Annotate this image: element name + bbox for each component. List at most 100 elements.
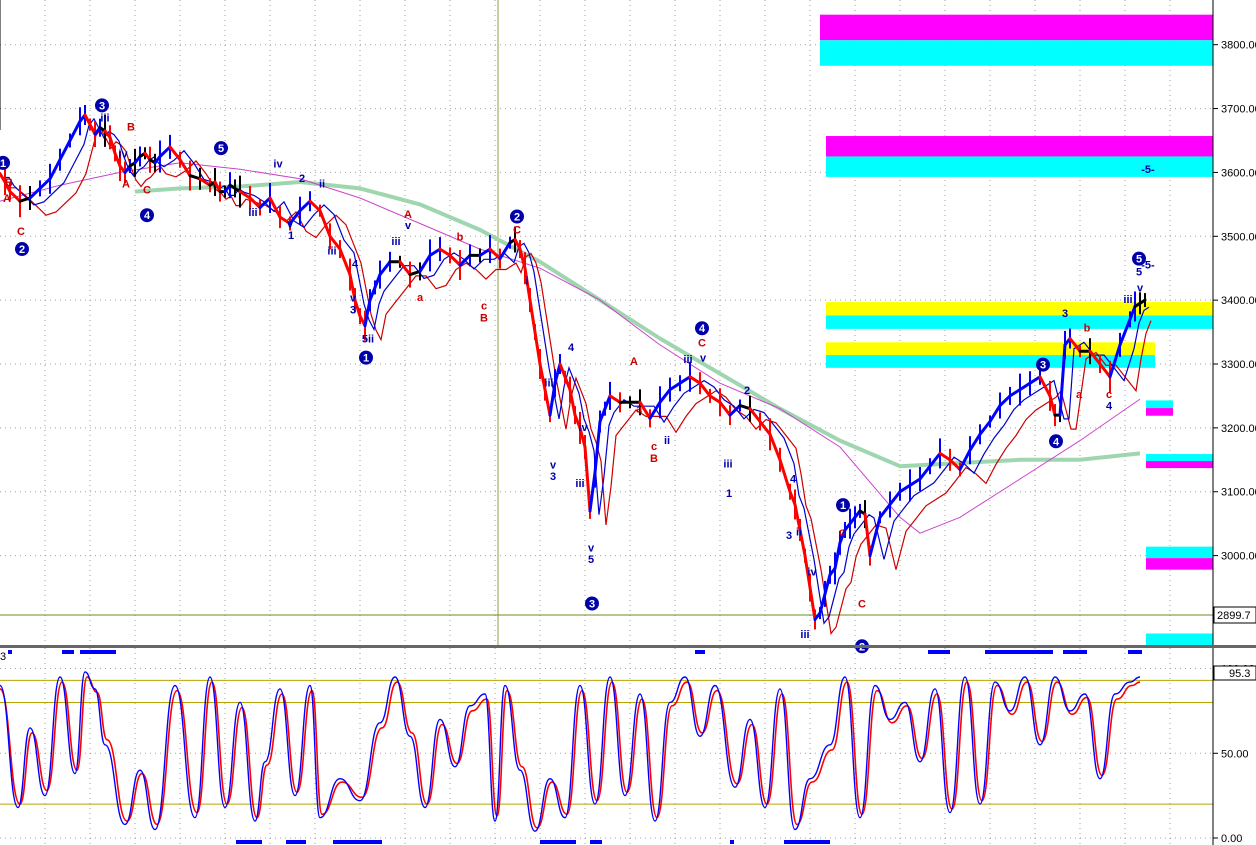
- target-box: [1146, 633, 1213, 645]
- wave-label: v: [287, 219, 294, 231]
- wave-count-label: 4: [1053, 436, 1060, 448]
- wave-label: 4: [790, 473, 797, 485]
- wave-label: 5ii: [362, 333, 374, 345]
- wave-label: c: [651, 441, 657, 453]
- chart-stage: 12345123412345BACiiiBivACiiiiv2iiv1iii4v…: [0, 0, 1256, 845]
- signal-mark-bottom: [590, 840, 602, 844]
- wave-label: v: [405, 220, 412, 232]
- signal-mark-top: [695, 650, 705, 654]
- wave-label: -5-: [1141, 259, 1155, 271]
- price-tick-label: 3400.00: [1221, 295, 1256, 307]
- wave-label: C: [698, 337, 706, 349]
- price-tick-label: 3600.00: [1221, 167, 1256, 179]
- target-box: [826, 302, 1213, 316]
- panel-separator: [0, 645, 1256, 648]
- wave-label: b: [457, 231, 464, 243]
- oscillator-tick-label: 0.00: [1221, 833, 1242, 845]
- target-box: [820, 14, 1213, 41]
- chart-background: [0, 0, 1256, 845]
- signal-mark-top: [985, 650, 1053, 654]
- wave-label: v: [1137, 282, 1144, 294]
- target-box: [826, 156, 1213, 177]
- price-tick-label: 3700.00: [1221, 104, 1256, 116]
- wave-label: v: [350, 293, 357, 305]
- wave-label: 3: [550, 471, 556, 483]
- wave-count-label: 3: [1040, 360, 1046, 372]
- signal-mark-bottom: [540, 840, 576, 844]
- target-box: [1146, 408, 1173, 416]
- wave-label: 1: [288, 230, 294, 242]
- target-box: [1146, 454, 1213, 462]
- wave-label: b: [1084, 323, 1091, 335]
- signal-mark-top: [80, 650, 116, 654]
- wave-label: i: [525, 275, 528, 287]
- wave-count-label: 5: [218, 143, 224, 155]
- last-price-label: 2899.7: [1217, 610, 1251, 622]
- wave-count-label: 1: [0, 158, 6, 170]
- wave-label: A: [122, 178, 130, 190]
- signal-mark-top: [928, 650, 950, 654]
- target-box: [826, 136, 1213, 157]
- signal-mark-top: [1128, 650, 1142, 654]
- price-tick-label: 3200.00: [1221, 423, 1256, 435]
- wave-label: iv: [118, 148, 128, 160]
- wave-count-label: 2: [19, 244, 25, 256]
- target-box: [826, 342, 1155, 356]
- price-tick-label: 3800.00: [1221, 40, 1256, 52]
- target-box: [820, 40, 1213, 66]
- wave-label: 3: [786, 530, 792, 542]
- wave-label: C: [513, 224, 521, 236]
- oscillator-corner-label: 3: [0, 651, 6, 663]
- target-box: [1146, 558, 1213, 570]
- wave-label: iii: [100, 113, 109, 125]
- signal-mark-bottom: [730, 840, 734, 844]
- wave-label: ii: [664, 435, 670, 447]
- wave-count-label: 3: [99, 100, 105, 112]
- wave-label: iii: [575, 478, 584, 490]
- wave-label: iii: [1123, 294, 1132, 306]
- wave-count-label: 1: [363, 353, 369, 365]
- signal-mark-bottom: [784, 840, 830, 844]
- signal-mark-bottom: [333, 840, 382, 844]
- wave-label: 4: [1106, 401, 1113, 413]
- wave-label: 3: [350, 305, 356, 317]
- wave-label: 2: [299, 173, 305, 185]
- wave-label: iii: [723, 459, 732, 471]
- wave-label: B: [480, 312, 488, 324]
- wave-label: iv: [578, 422, 588, 434]
- wave-label: iii: [544, 378, 553, 390]
- wave-label: 4: [352, 259, 359, 271]
- wave-label: 4: [568, 342, 575, 354]
- wave-label: a: [417, 292, 424, 304]
- wave-label: C: [143, 185, 151, 197]
- wave-label: 1: [726, 488, 732, 500]
- target-box: [1146, 400, 1173, 409]
- wave-label: iii: [800, 629, 809, 641]
- wave-label: B: [650, 453, 658, 465]
- wave-label: 5: [588, 554, 594, 566]
- wave-label: c: [481, 300, 487, 312]
- wave-label: ii: [796, 526, 802, 538]
- wave-label: v: [700, 353, 707, 365]
- wave-label: B: [5, 177, 13, 189]
- wave-label: C: [17, 226, 25, 238]
- wave-count-label: 4: [699, 323, 706, 335]
- price-tick-label: 3500.00: [1221, 231, 1256, 243]
- wave-label: v: [550, 459, 557, 471]
- wave-count-label: 1: [840, 500, 846, 512]
- price-tick-label: 3000.00: [1221, 551, 1256, 563]
- wave-label: iii: [248, 207, 257, 219]
- target-box: [1146, 461, 1213, 469]
- wave-label: A: [3, 193, 11, 205]
- wave-label: c: [839, 526, 845, 538]
- wave-label: ii: [319, 178, 325, 190]
- wave-count-label: 2: [514, 211, 520, 223]
- target-box: [826, 315, 1213, 329]
- signal-mark-top: [62, 650, 74, 654]
- target-box: [1146, 546, 1213, 559]
- wave-label: c: [1106, 389, 1112, 401]
- wave-label: iv: [807, 567, 817, 579]
- wave-label: A: [630, 356, 638, 368]
- wave-label: a: [1076, 389, 1083, 401]
- signal-mark-top: [1063, 650, 1087, 654]
